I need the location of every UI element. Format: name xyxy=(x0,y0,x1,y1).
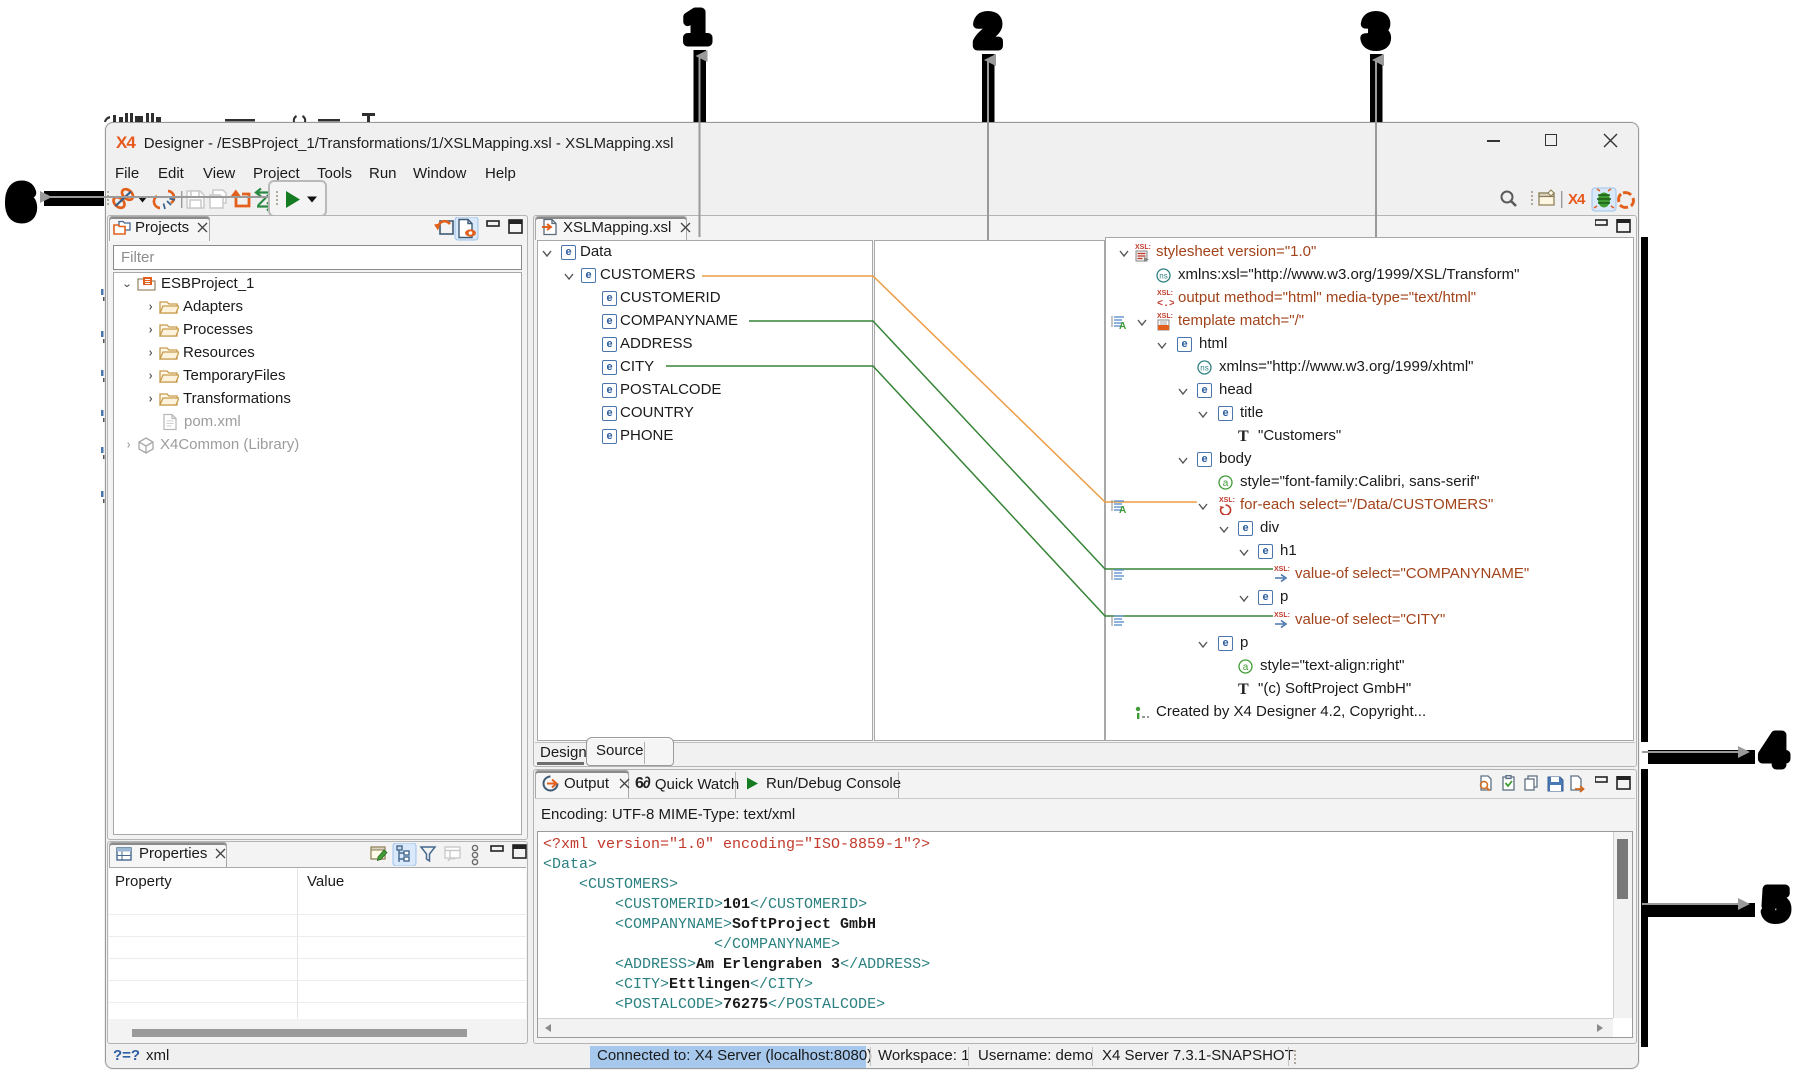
svg-text:6: 6 xyxy=(8,176,34,228)
svg-text:3: 3 xyxy=(1364,7,1388,56)
svg-text:4: 4 xyxy=(1762,726,1787,775)
svg-text:2: 2 xyxy=(976,7,1000,56)
svg-text:5: 5 xyxy=(1764,880,1788,929)
svg-text:1: 1 xyxy=(685,3,709,52)
